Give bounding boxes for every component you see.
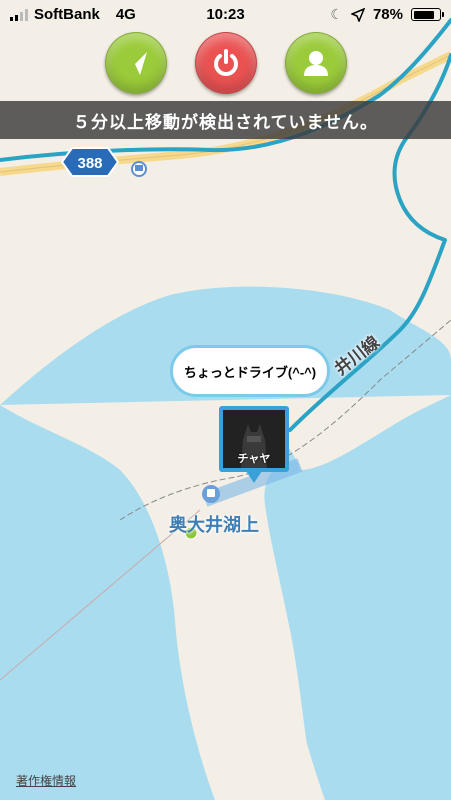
moon-icon: ☾ <box>330 6 343 22</box>
credits-link[interactable]: 著作権情報 <box>16 772 76 789</box>
battery-icon <box>411 8 444 21</box>
location-arrow-icon <box>350 7 365 22</box>
status-speech-bubble[interactable]: ちょっとドライブ(^-^) <box>170 345 330 397</box>
power-button[interactable] <box>195 32 257 94</box>
train-station-icon[interactable] <box>202 485 220 503</box>
user-button[interactable] <box>285 32 347 94</box>
marker-pointer <box>246 471 262 483</box>
route-388-badge: 388 <box>60 147 120 177</box>
power-icon <box>214 49 238 76</box>
user-location-marker[interactable]: チャヤ <box>219 406 289 472</box>
user-icon <box>304 51 328 76</box>
status-right: ☾ 78% <box>330 6 444 23</box>
status-bar: SoftBank 4G 10:23 ☾ 78% <box>0 0 451 30</box>
battery-percent: 78% <box>372 6 403 23</box>
navigation-arrow-icon <box>127 52 147 75</box>
station-label[interactable]: 奥大井湖上 <box>169 511 259 537</box>
svg-text:388: 388 <box>77 155 102 172</box>
movement-alert-banner: ５分以上移動が検出されていません。 <box>0 101 451 139</box>
navigation-button[interactable] <box>105 32 167 94</box>
bus-stop-icon[interactable] <box>131 161 147 177</box>
user-avatar: チャヤ <box>223 410 285 468</box>
user-name-label: チャヤ <box>237 453 271 465</box>
